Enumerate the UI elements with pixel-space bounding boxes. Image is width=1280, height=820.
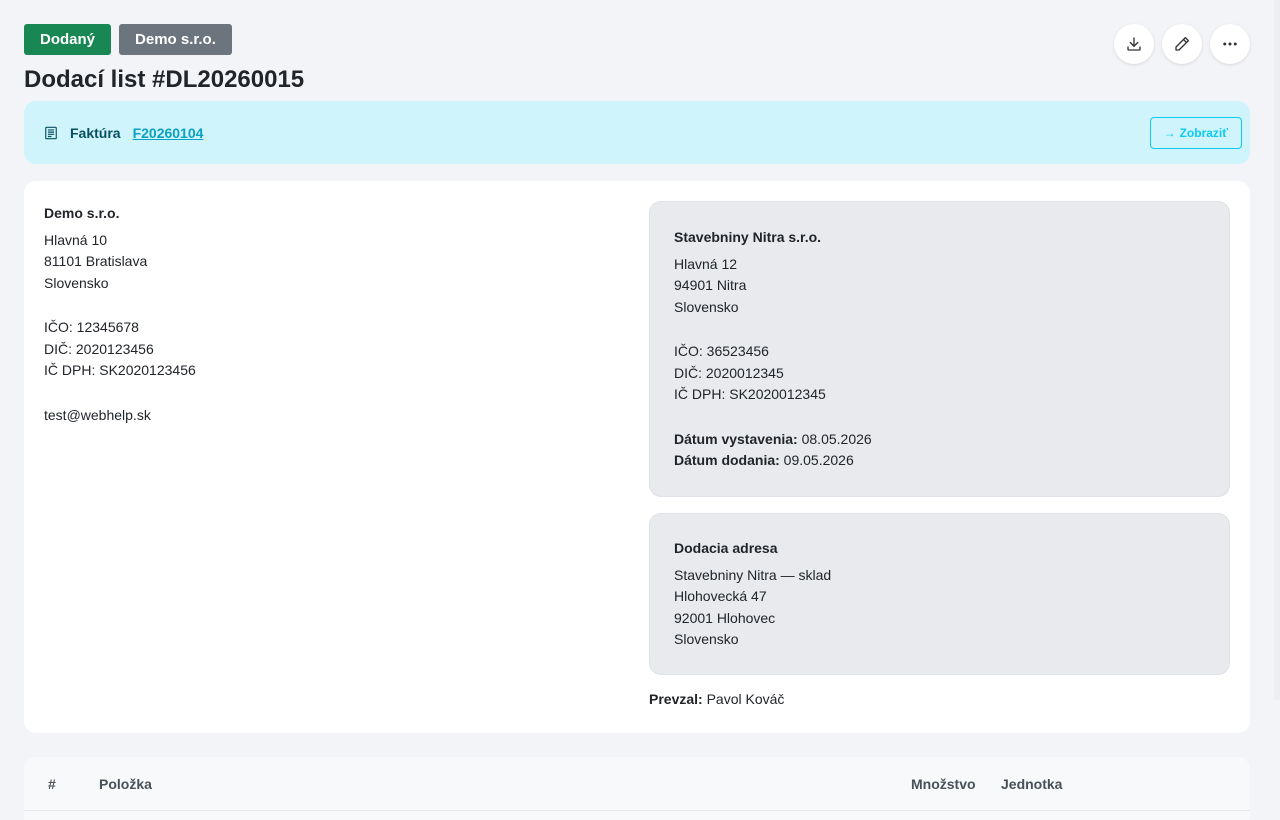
show-invoice-label: Zobraziť [1179,126,1228,140]
delivery-address-title: Dodacia adresa [674,540,778,556]
issue-date-label: Dátum vystavenia: [674,430,798,447]
column-header-quantity: Množstvo [911,776,976,792]
more-icon [1223,42,1237,46]
column-header-index: # [48,776,56,792]
scrollbar[interactable] [1274,0,1280,700]
supplier-email: test@webhelp.sk [44,406,151,423]
customer-street: Hlavná 12 [674,255,738,272]
download-button[interactable] [1114,24,1154,64]
supplier-info: Demo s.r.o. Hlavná 10 81101 Bratislava S… [44,203,196,426]
supplier-dic: DIČ: 2020123456 [44,340,154,357]
customer-ico: IČO: 36523456 [674,343,769,359]
delivery-address-box: Dodacia adresa Stavebniny Nitra — sklad … [649,513,1230,675]
customer-country: Slovensko [674,298,739,315]
supplier-name: Demo s.r.o. [44,205,120,221]
status-badge: Dodaný [24,24,112,55]
document-icon [44,126,58,140]
items-table: # Položka Množstvo Jednotka [24,757,1250,820]
show-invoice-button[interactable]: → Zobraziť [1149,117,1242,149]
customer-name: Stavebniny Nitra s.r.o. [674,229,822,245]
delivery-address-street: Hlohovecká 47 [674,588,767,604]
table-header-divider [24,810,1250,811]
edit-icon [1175,36,1190,51]
badge-group: Dodaný Demo s.r.o. [24,24,1250,55]
customer-ic-dph: IČ DPH: SK2020012345 [674,386,826,402]
more-button[interactable] [1210,24,1250,64]
delivery-note-card: Demo s.r.o. Hlavná 10 81101 Bratislava S… [24,181,1250,733]
customer-dic: DIČ: 2020012345 [674,364,784,381]
delivery-date: Dátum dodania: 09.05.2026 [674,450,1205,472]
delivery-address-city: 92001 Hlohovec [674,609,776,626]
received-name: Pavol Kováč [706,691,785,707]
invoice-label: Faktúra [70,124,121,141]
invoice-link[interactable]: F20260104 [133,125,204,141]
supplier-ico: IČO: 12345678 [44,319,139,335]
company-badge: Demo s.r.o. [119,24,232,55]
delivery-address-name: Stavebniny Nitra — sklad [674,566,832,583]
arrow-right-icon: → [1163,126,1176,140]
header-actions [1114,24,1250,64]
received-label: Prevzal: [649,691,703,707]
column-header-unit: Jednotka [1001,776,1063,792]
page-header: Dodaný Demo s.r.o. Dodací list #DL202600… [24,24,1250,96]
supplier-ic-dph: IČ DPH: SK2020123456 [44,362,196,378]
customer-box: Stavebniny Nitra s.r.o. Hlavná 12 94901 … [649,201,1230,497]
edit-button[interactable] [1162,24,1202,64]
invoice-alert: Faktúra F20260104 → Zobraziť [24,101,1250,164]
page-title: Dodací list #DL20260015 [24,66,305,93]
supplier-city: 81101 Bratislava [44,253,148,269]
delivery-address-country: Slovensko [674,631,739,647]
delivery-date-value: 09.05.2026 [783,452,854,468]
customer-city: 94901 Nitra [674,277,747,293]
column-header-item: Položka [99,776,152,792]
supplier-street: Hlavná 10 [44,231,108,248]
download-icon [1127,37,1141,51]
issue-date-value: 08.05.2026 [801,430,872,447]
supplier-country: Slovensko [44,274,109,291]
issue-date: Dátum vystavenia: 08.05.2026 [674,429,1205,451]
delivery-date-label: Dátum dodania: [674,452,780,468]
received-by: Prevzal: Pavol Kováč [649,691,784,707]
